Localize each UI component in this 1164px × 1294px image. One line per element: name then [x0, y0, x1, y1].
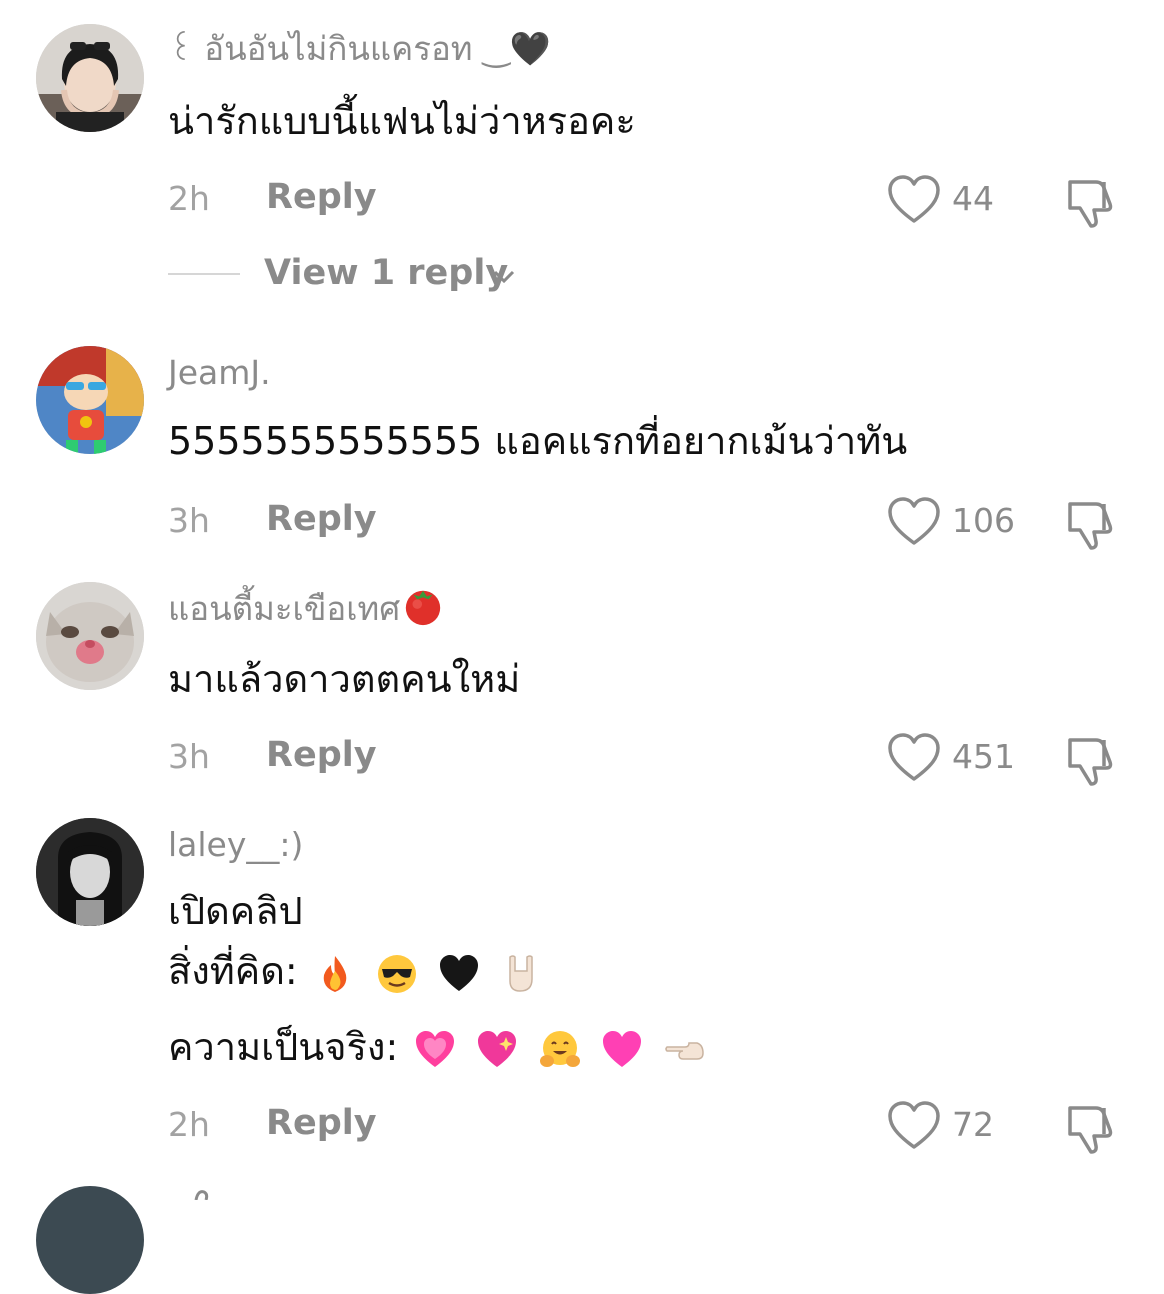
like-count: 451 — [952, 737, 1015, 776]
like-count: 44 — [952, 179, 994, 218]
reply-button[interactable]: Reply — [266, 1106, 377, 1141]
heart-icon[interactable] — [886, 1100, 942, 1152]
user-avatar[interactable] — [36, 346, 144, 454]
comment-time: 3h — [168, 737, 210, 776]
like-count: 106 — [952, 501, 1015, 540]
thumbs-down-icon[interactable] — [1062, 1098, 1120, 1156]
heart-icon[interactable] — [886, 174, 942, 226]
heart-icon[interactable] — [886, 496, 942, 548]
user-avatar[interactable] — [36, 818, 144, 926]
comment-text: 5555555555555 แอคแรกที่อยากเม้นว่าทัน — [168, 419, 908, 463]
heart-icon[interactable] — [886, 732, 942, 784]
tomato-icon — [402, 585, 446, 629]
user-avatar[interactable] — [36, 24, 144, 132]
divider-line — [168, 273, 240, 275]
black-heart-icon — [438, 953, 480, 995]
thumbs-down-icon[interactable] — [1062, 730, 1120, 788]
thumbs-down-icon[interactable] — [1062, 172, 1120, 230]
comment-text-line: ความเป็นจริง: — [168, 1020, 709, 1074]
rock-hand-icon — [500, 953, 542, 995]
username[interactable]: ꒰ อันอันไม่กินแครอท ‿🖤 — [168, 32, 551, 65]
username-partial — [194, 1190, 209, 1200]
user-avatar[interactable] — [36, 582, 144, 690]
comment-text: มาแล้วดาวตตคนใหม่ — [168, 657, 521, 701]
thumbs-down-icon[interactable] — [1062, 494, 1120, 552]
like-count: 72 — [952, 1105, 994, 1144]
comment-time: 2h — [168, 179, 210, 218]
comment-text-label: สิ่งที่คิด: — [168, 949, 298, 993]
comment-time: 2h — [168, 1105, 210, 1144]
username-text: แอนตี้มะเขือเทศ — [168, 589, 401, 628]
comment-text: น่ารักแบบนี้แฟนไม่ว่าหรอคะ — [168, 99, 636, 143]
comment-text: เปิดคลิป — [168, 889, 303, 933]
hugging-face-icon — [539, 1029, 581, 1071]
chevron-down-icon[interactable] — [490, 262, 518, 290]
view-replies-button[interactable]: View 1 reply — [264, 256, 508, 291]
comment-text-label: ความเป็นจริง: — [168, 1025, 399, 1069]
reply-button[interactable]: Reply — [266, 502, 377, 537]
username[interactable]: แอนตี้มะเขือเทศ — [168, 589, 446, 629]
growing-heart-icon — [414, 1029, 456, 1071]
username[interactable]: laley__:) — [168, 828, 303, 861]
pink-heart-icon — [601, 1029, 643, 1071]
username[interactable]: JeamJ. — [168, 356, 271, 389]
reply-button[interactable]: Reply — [266, 180, 377, 215]
pointing-left-hand-icon — [663, 1029, 705, 1071]
comment-text-line: สิ่งที่คิด: — [168, 944, 546, 998]
sunglasses-face-icon — [376, 953, 418, 995]
fire-icon — [314, 953, 356, 995]
sparkling-heart-icon — [476, 1029, 518, 1071]
comment-time: 3h — [168, 501, 210, 540]
user-avatar[interactable] — [36, 1186, 144, 1294]
reply-button[interactable]: Reply — [266, 738, 377, 773]
